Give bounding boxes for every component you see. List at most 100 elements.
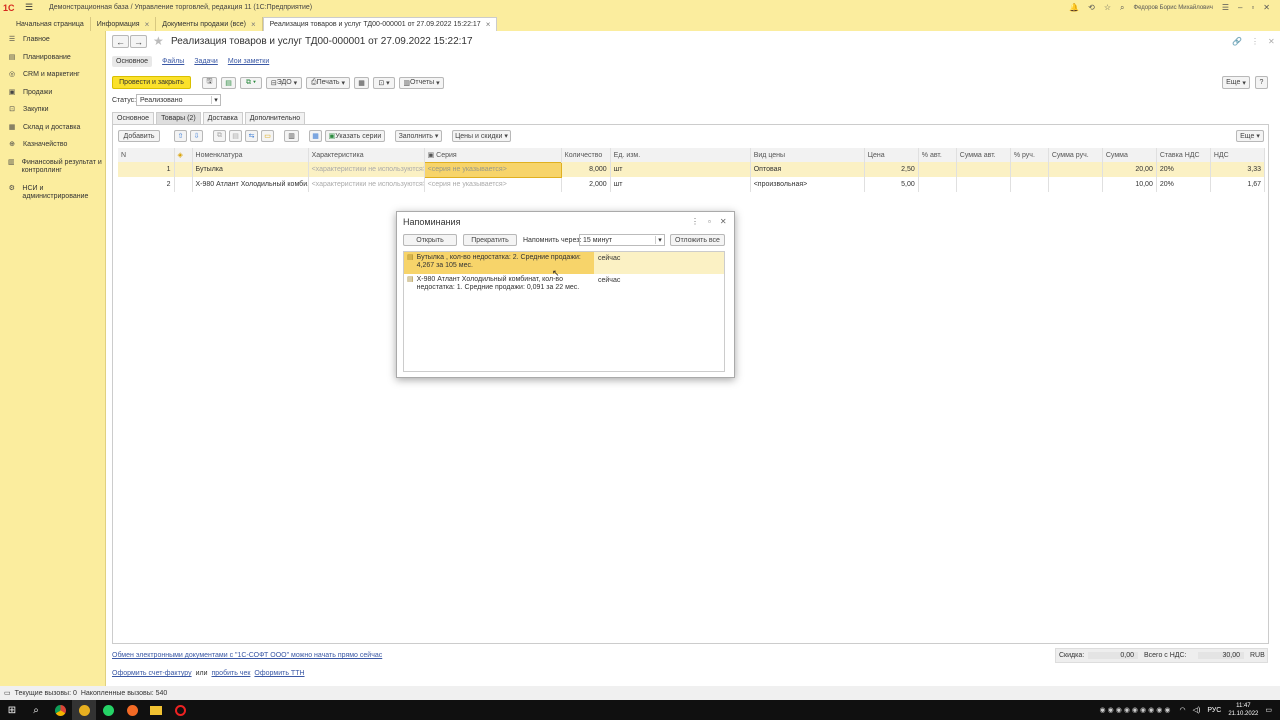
print-button[interactable]: ⎙ Печать ▾ bbox=[306, 76, 350, 89]
volume-icon[interactable]: ◁) bbox=[1193, 706, 1201, 714]
paste-icon[interactable]: ▤ bbox=[229, 130, 242, 142]
row-auto-sum[interactable] bbox=[956, 177, 1011, 192]
col-man-sum[interactable]: Сумма руч. bbox=[1048, 148, 1103, 162]
save-icon[interactable]: 🖫 bbox=[202, 76, 217, 89]
user-name[interactable]: Федоров Борис Михайлович bbox=[1134, 5, 1213, 11]
sidebar-item-treasury[interactable]: ⊕ Казначейство bbox=[0, 138, 105, 156]
post-and-close-button[interactable]: Провести и закрыть bbox=[112, 76, 191, 89]
status-select[interactable]: Реализовано ▾ bbox=[136, 94, 221, 106]
move-up-icon[interactable]: ⇧ bbox=[174, 130, 187, 142]
col-unit[interactable]: Ед. изм. bbox=[610, 148, 751, 162]
maximize-icon[interactable]: ▫ bbox=[708, 217, 711, 226]
row-price[interactable]: 2,50 bbox=[864, 162, 919, 177]
close-icon[interactable]: × bbox=[486, 20, 491, 29]
row-series[interactable]: <серия не указывается> bbox=[423, 161, 562, 178]
col-auto-pct[interactable]: % авт. bbox=[918, 148, 957, 162]
clock[interactable]: 11:47 21.10.2022 bbox=[1228, 702, 1258, 718]
reports-button[interactable]: ▥ Отчеты ▾ bbox=[399, 76, 444, 89]
1c-app-icon[interactable] bbox=[72, 700, 96, 720]
row-man-pct[interactable] bbox=[1010, 162, 1049, 177]
copy-icon[interactable]: ⧉ bbox=[213, 130, 226, 142]
barcode-icon[interactable]: ▥ bbox=[284, 130, 299, 142]
kebab-menu-icon[interactable]: ⋮ bbox=[1251, 37, 1259, 46]
sidebar-item-crm[interactable]: ◎ CRM и маркетинг bbox=[0, 68, 105, 86]
sidebar-item-purchases[interactable]: ⊡ Закупки bbox=[0, 103, 105, 121]
search-icon[interactable]: ⌕ bbox=[24, 700, 48, 720]
add-button[interactable]: Добавить bbox=[118, 130, 160, 142]
row-auto-pct[interactable] bbox=[918, 162, 957, 177]
settings-icon[interactable]: ☰ bbox=[1222, 3, 1229, 12]
post-icon[interactable]: ▤ bbox=[221, 76, 236, 89]
row-auto-sum[interactable] bbox=[956, 162, 1011, 177]
row-vat[interactable]: 3,33 bbox=[1210, 162, 1266, 177]
close-icon[interactable]: ✕ bbox=[1263, 3, 1270, 12]
table-row[interactable]: 1 Бутылка <характеристики не используютс… bbox=[118, 161, 1266, 178]
row-unit[interactable]: шт bbox=[610, 177, 751, 192]
wifi-icon[interactable]: ◠ bbox=[1179, 706, 1185, 714]
postpone-all-button[interactable]: Отложить все bbox=[670, 234, 725, 246]
open-button[interactable]: Открыть bbox=[403, 234, 457, 246]
col-qty[interactable]: Количество bbox=[561, 148, 611, 162]
table-row[interactable]: 2 X-980 Атлант Холодильный комби... <хар… bbox=[118, 177, 1266, 192]
nav-main[interactable]: Основное bbox=[112, 56, 153, 67]
kebab-menu-icon[interactable]: ⋮ bbox=[691, 217, 699, 226]
row-vat-rate[interactable]: 20% bbox=[1156, 162, 1211, 177]
row-sum[interactable]: 20,00 bbox=[1102, 162, 1157, 177]
invoice-link[interactable]: Оформить счет-фактуру bbox=[112, 670, 192, 677]
main-menu-icon[interactable]: ☰ bbox=[25, 2, 41, 13]
star-icon[interactable]: ☆ bbox=[1104, 3, 1111, 12]
close-icon[interactable]: ✕ bbox=[720, 217, 727, 226]
col-man-pct[interactable]: % руч. bbox=[1010, 148, 1049, 162]
chrome-icon[interactable] bbox=[48, 700, 72, 720]
notifications-icon[interactable]: ▭ bbox=[1265, 706, 1272, 714]
explorer-icon[interactable] bbox=[144, 700, 168, 720]
windows-start-icon[interactable]: ⊞ bbox=[0, 700, 24, 720]
create-based-on-button[interactable]: ⧉ ▾ bbox=[240, 76, 262, 89]
sidebar-item-planning[interactable]: ▤ Планирование bbox=[0, 51, 105, 69]
link-icon[interactable]: 🔗 bbox=[1232, 37, 1242, 46]
row-man-sum[interactable] bbox=[1048, 162, 1103, 177]
row-series[interactable]: <серия не указывается> bbox=[424, 177, 562, 192]
row-price-type[interactable]: <произвольная> bbox=[750, 177, 865, 192]
forward-button[interactable]: → bbox=[130, 35, 147, 48]
favorite-star-icon[interactable]: ★ bbox=[153, 34, 164, 48]
row-item[interactable]: X-980 Атлант Холодильный комби... bbox=[192, 177, 309, 192]
sidebar-item-main[interactable]: ☰ Главное bbox=[0, 33, 105, 51]
search-icon[interactable]: ⌕ bbox=[1120, 3, 1124, 13]
close-icon[interactable]: × bbox=[145, 20, 150, 29]
tab-info[interactable]: Информация × bbox=[91, 17, 157, 31]
col-series[interactable]: ▣ Серия bbox=[424, 148, 562, 162]
help-button[interactable]: ? bbox=[1255, 76, 1268, 89]
row-man-sum[interactable] bbox=[1048, 177, 1103, 192]
minimize-icon[interactable]: – bbox=[1238, 3, 1242, 12]
history-icon[interactable]: ⟲ bbox=[1088, 3, 1095, 12]
prices-discounts-button[interactable]: Цены и скидки ▾ bbox=[452, 130, 511, 142]
tab-sales-docs[interactable]: Документы продажи (все) × bbox=[156, 17, 263, 31]
row-vat-rate[interactable]: 20% bbox=[1156, 177, 1211, 192]
col-auto-sum[interactable]: Сумма авт. bbox=[956, 148, 1011, 162]
row-price-type[interactable]: Оптовая bbox=[750, 162, 865, 177]
col-price[interactable]: Цена bbox=[864, 148, 919, 162]
sidebar-item-admin[interactable]: ⚙ НСИ и администрирование bbox=[0, 182, 105, 208]
row-item[interactable]: Бутылка bbox=[192, 162, 309, 177]
list-item[interactable]: ▤ Бутылка , кол-во недостатка: 2. Средни… bbox=[404, 252, 724, 274]
stop-button[interactable]: Прекратить bbox=[463, 234, 517, 246]
edo-link[interactable]: Обмен электронными документами с "1С-СОФ… bbox=[112, 652, 382, 659]
row-man-pct[interactable] bbox=[1010, 177, 1049, 192]
structure-icon[interactable]: ▦ bbox=[354, 76, 369, 89]
list-item[interactable]: ▤ X-980 Атлант Холодильный комбинат, кол… bbox=[404, 274, 724, 296]
sidebar-item-warehouse[interactable]: ▦ Склад и доставка bbox=[0, 121, 105, 139]
tab-document[interactable]: Реализация товаров и услуг ТД00-000001 о… bbox=[262, 17, 498, 31]
tray-icons[interactable]: ◉◉◉◉◉◉◉◉◉ bbox=[1100, 706, 1173, 714]
more-button[interactable]: Еще ▾ bbox=[1222, 76, 1250, 89]
bell-icon[interactable]: 🔔 bbox=[1069, 3, 1079, 12]
close-icon[interactable]: ✕ bbox=[1268, 37, 1275, 46]
back-button[interactable]: ← bbox=[112, 35, 129, 48]
col-char[interactable]: Характеристика bbox=[308, 148, 425, 162]
row-char[interactable]: <характеристики не используются> bbox=[308, 177, 425, 192]
check-link[interactable]: пробить чек bbox=[212, 670, 251, 677]
series-button[interactable]: ▣ Указать серии bbox=[325, 130, 385, 142]
close-icon[interactable]: × bbox=[251, 20, 256, 29]
col-item[interactable]: Номенклатура bbox=[192, 148, 309, 162]
row-price[interactable]: 5,00 bbox=[864, 177, 919, 192]
